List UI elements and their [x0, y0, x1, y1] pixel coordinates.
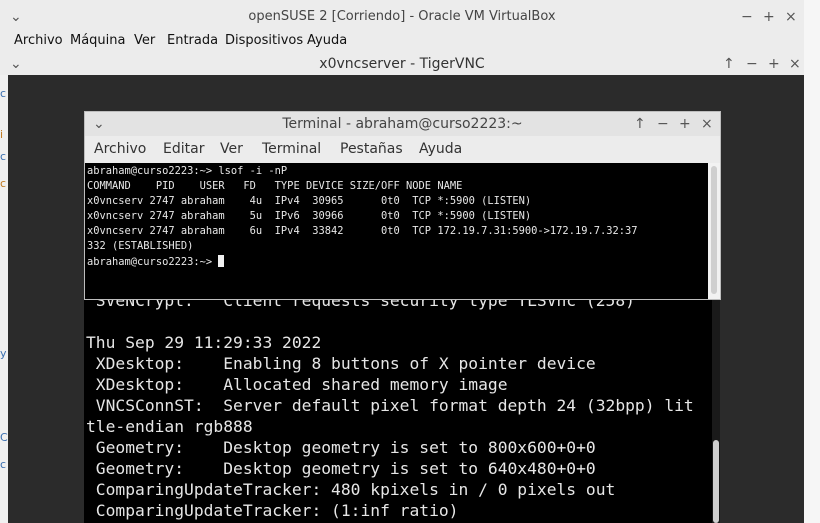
terminal-prompt: abraham@curso2223:~>	[87, 256, 219, 268]
edge-glyph: y	[0, 347, 7, 360]
log-line: ComparingUpdateTracker: (1:inf ratio)	[86, 501, 459, 520]
virtualbox-titlebar: ⌄ openSUSE 2 [Corriendo] - Oracle VM Vir…	[0, 0, 804, 32]
terminal-menu-editar[interactable]: Editar	[163, 141, 204, 157]
close-button[interactable]: ×	[789, 57, 801, 71]
edge-glyph: C	[0, 431, 8, 444]
shade-up-button[interactable]: ↑	[723, 57, 735, 71]
maximize-button[interactable]: +	[768, 57, 780, 71]
edge-glyph: i	[0, 128, 4, 141]
menu-entrada[interactable]: Entrada	[167, 33, 218, 48]
menu-maquina[interactable]: Máquina	[70, 33, 126, 48]
terminal-window-title: Terminal - abraham@curso2223:~	[282, 116, 523, 132]
terminal-line: abraham@curso2223:~> lsof -i -nP	[87, 165, 288, 177]
terminal-menubar: Archivo Editar Ver Terminal Pestañas Ayu…	[85, 136, 720, 163]
terminal-prompt-line: abraham@curso2223:~>	[87, 255, 225, 268]
vnc-titlebar: ⌄ x0vncserver - TigerVNC ↑ − + ×	[0, 54, 804, 75]
minimize-button[interactable]: −	[657, 117, 669, 131]
terminal-output[interactable]: abraham@curso2223:~> lsof -i -nP COMMAND…	[85, 163, 708, 299]
terminal-line: COMMAND PID USER FD TYPE DEVICE SIZE/OFF…	[87, 180, 463, 192]
log-line: Thu Sep 29 11:29:33 2022	[86, 333, 322, 352]
menu-archivo[interactable]: Archivo	[14, 33, 63, 48]
virtualbox-menubar: Archivo Máquina Ver Entrada Dispositivos…	[0, 32, 804, 54]
terminal-menu-pestanas[interactable]: Pestañas	[340, 141, 403, 157]
log-line: Geometry: Desktop geometry is set to 800…	[86, 438, 596, 457]
background-terminal-scroll-thumb[interactable]	[713, 440, 719, 523]
edge-glyph: c	[0, 87, 7, 100]
host-desktop-edge: c i c c y C c	[0, 75, 8, 523]
terminal-line: x0vncserv 2747 abraham 4u IPv4 30965 0t0…	[87, 195, 532, 207]
minimize-button[interactable]: −	[741, 10, 753, 24]
terminal-menu-ayuda[interactable]: Ayuda	[419, 141, 462, 157]
maximize-button[interactable]: +	[679, 117, 691, 131]
log-line: tle-endian rgb888	[86, 417, 253, 436]
terminal-line: x0vncserv 2747 abraham 6u IPv4 33842 0t0…	[87, 225, 638, 237]
log-line: XDesktop: Enabling 8 buttons of X pointe…	[86, 354, 596, 373]
terminal-scroll-thumb[interactable]	[711, 166, 717, 294]
shade-up-button[interactable]: ↑	[634, 117, 646, 131]
terminal-scrollbar[interactable]	[708, 163, 720, 299]
virtualbox-window-title: openSUSE 2 [Corriendo] - Oracle VM Virtu…	[248, 9, 556, 24]
background-terminal-output: SVeNCrypt: Client requests security type…	[84, 298, 720, 523]
log-line: ComparingUpdateTracker: 480 kpixels in /…	[86, 480, 616, 499]
menu-dispositivos[interactable]: Dispositivos	[225, 33, 303, 48]
terminal-line: x0vncserv 2747 abraham 5u IPv6 30966 0t0…	[87, 210, 532, 222]
log-line: Geometry: Desktop geometry is set to 640…	[86, 459, 596, 478]
minimize-button[interactable]: −	[746, 57, 758, 71]
text-cursor	[218, 255, 225, 267]
terminal-menu-terminal[interactable]: Terminal	[262, 141, 321, 157]
terminal-titlebar: ⌄ Terminal - abraham@curso2223:~ ↑ − + ×	[85, 112, 720, 136]
terminal-menu-archivo[interactable]: Archivo	[94, 141, 146, 157]
edge-glyph: c	[0, 458, 7, 471]
vnc-window-title: x0vncserver - TigerVNC	[319, 56, 485, 72]
menu-ver[interactable]: Ver	[134, 33, 155, 48]
close-button[interactable]: ×	[785, 10, 797, 24]
log-line: VNCSConnST: Server default pixel format …	[86, 396, 694, 415]
terminal-window: ⌄ Terminal - abraham@curso2223:~ ↑ − + ×…	[84, 111, 721, 300]
menu-ayuda[interactable]: Ayuda	[307, 33, 347, 48]
host-desktop-right-edge	[804, 0, 820, 523]
terminal-menu-ver[interactable]: Ver	[220, 141, 243, 157]
edge-glyph: c	[0, 177, 7, 190]
close-button[interactable]: ×	[701, 117, 713, 131]
edge-glyph: c	[0, 150, 7, 163]
maximize-button[interactable]: +	[763, 10, 775, 24]
log-line: XDesktop: Allocated shared memory image	[86, 375, 508, 394]
terminal-line: 332 (ESTABLISHED)	[87, 240, 194, 252]
